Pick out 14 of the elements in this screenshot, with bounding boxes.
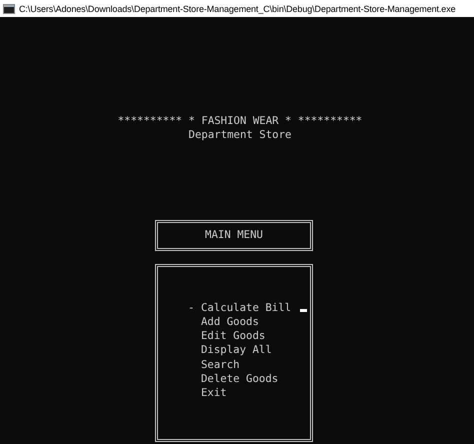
menu-item[interactable]: Exit bbox=[201, 386, 227, 401]
text-cursor-icon bbox=[300, 308, 308, 312]
banner-subtitle: Department Store bbox=[188, 128, 292, 143]
banner-title: ********** * FASHION WEAR * ********** bbox=[118, 114, 362, 128]
menu-header: MAIN MENU bbox=[155, 220, 313, 251]
menu-item[interactable]: Search bbox=[201, 358, 240, 372]
console-window-icon bbox=[3, 4, 15, 14]
menu-item[interactable]: Display All bbox=[201, 343, 272, 358]
menu-item[interactable]: Delete Goods bbox=[201, 372, 278, 386]
selection-marker: - bbox=[188, 300, 194, 314]
window-title: C:\Users\Adones\Downloads\Department-Store-Management_C\bin\Debug\Department-Store-Management.exe bbox=[19, 4, 456, 14]
menu-item[interactable]: Calculate Bill bbox=[201, 300, 292, 315]
menu-item[interactable]: Edit Goods bbox=[201, 329, 266, 344]
menu-item[interactable]: Add Goods bbox=[201, 314, 259, 330]
